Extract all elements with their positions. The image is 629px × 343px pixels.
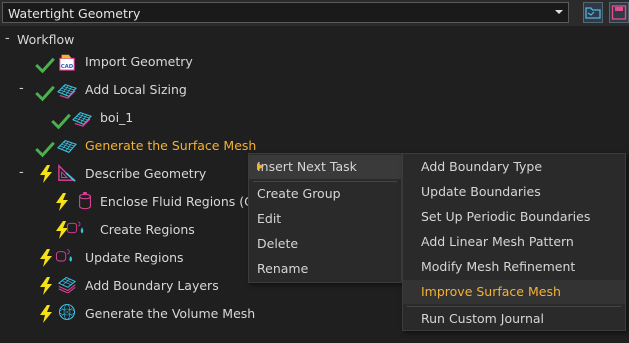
mesh-grid-icon <box>57 139 77 153</box>
context-menu: Insert Next Task ▶ Create Group Edit Del… <box>248 153 402 283</box>
insert-task-submenu: Add Boundary Type Update Boundaries Set … <box>402 153 626 331</box>
tree-item-label: Update Regions <box>85 250 184 265</box>
check-icon <box>35 57 55 74</box>
menu-item-rename[interactable]: Rename <box>249 257 401 281</box>
tree-item-label: Generate the Volume Mesh <box>85 306 256 321</box>
menu-item-label: Set Up Periodic Boundaries <box>421 209 591 224</box>
tree-item-describe-geometry[interactable]: - Describe Geometry <box>0 162 245 186</box>
menu-item-create-group[interactable]: Create Group <box>249 182 401 206</box>
check-icon <box>35 85 55 102</box>
submenu-item-run-custom-journal[interactable]: Run Custom Journal <box>403 307 625 331</box>
submenu-arrow-icon: ▶ <box>257 162 264 172</box>
tree-item-generate-surface-mesh[interactable]: Generate the Surface Mesh <box>0 134 256 158</box>
collapse-toggle[interactable]: - <box>19 161 24 185</box>
collapse-toggle[interactable]: - <box>5 27 10 51</box>
submenu-item-update-boundaries[interactable]: Update Boundaries <box>403 180 625 204</box>
save-icon <box>609 2 629 23</box>
lightning-icon <box>40 165 52 183</box>
top-bar: Watertight Geometry <box>0 0 629 26</box>
lightning-icon <box>40 277 52 295</box>
tree-item-boi-1[interactable]: boi_1 <box>0 106 200 130</box>
lightning-icon <box>56 193 68 211</box>
submenu-item-modify-mesh-refinement[interactable]: Modify Mesh Refinement <box>403 255 625 279</box>
tree-item-label: Create Regions <box>100 222 195 237</box>
tree-item-update-regions[interactable]: Update Regions <box>0 246 200 270</box>
lightning-icon <box>40 249 52 267</box>
submenu-item-set-up-periodic-boundaries[interactable]: Set Up Periodic Boundaries <box>403 205 625 229</box>
tree-root-label: Workflow <box>17 32 75 47</box>
menu-item-label: Create Group <box>257 186 341 201</box>
tree-item-add-local-sizing[interactable]: - Add Local Sizing <box>0 78 240 102</box>
tree-item-enclose-fluid-regions[interactable]: Enclose Fluid Regions (C <box>0 190 253 214</box>
tree-item-label: Add Local Sizing <box>85 82 187 97</box>
sphere-mesh-icon <box>58 303 76 321</box>
folder-icon <box>583 2 603 23</box>
workflow-select-value: Watertight Geometry <box>8 6 141 21</box>
menu-item-label: Delete <box>257 236 299 251</box>
cylinder-icon <box>79 192 91 210</box>
menu-item-label: Add Boundary Type <box>421 159 543 174</box>
regions-icon <box>66 221 84 234</box>
collapse-toggle[interactable]: - <box>19 77 24 101</box>
menu-item-label: Improve Surface Mesh <box>421 284 561 299</box>
tree-item-generate-volume-mesh[interactable]: Generate the Volume Mesh <box>0 302 255 326</box>
submenu-item-improve-surface-mesh[interactable]: Improve Surface Mesh <box>403 280 625 304</box>
menu-item-label: Update Boundaries <box>421 184 541 199</box>
open-folder-button[interactable] <box>583 2 603 23</box>
menu-item-delete[interactable]: Delete <box>249 232 401 256</box>
menu-item-edit[interactable]: Edit <box>249 207 401 231</box>
menu-item-insert-next-task[interactable]: Insert Next Task ▶ <box>249 155 401 179</box>
tree-item-label: Generate the Surface Mesh <box>85 138 257 153</box>
mesh-grid-icon <box>57 83 77 99</box>
layers-icon <box>57 276 77 293</box>
chevron-down-icon <box>555 10 563 14</box>
check-icon <box>35 141 55 158</box>
menu-item-label: Rename <box>257 261 309 276</box>
tree-item-add-boundary-layers[interactable]: Add Boundary Layers <box>0 274 220 298</box>
menu-item-label: Edit <box>257 211 282 226</box>
tree-item-label: Import Geometry <box>85 54 193 69</box>
save-button[interactable] <box>609 2 629 23</box>
svg-text:CAD: CAD <box>61 64 74 70</box>
triangle-ruler-icon <box>58 164 76 182</box>
regions-icon <box>55 249 72 262</box>
submenu-item-add-boundary-type[interactable]: Add Boundary Type <box>403 155 625 179</box>
menu-item-label: Run Custom Journal <box>421 311 545 326</box>
lightning-icon <box>40 305 52 323</box>
tree-item-import-geometry[interactable]: CAD Import Geometry <box>0 50 240 74</box>
tree-item-create-regions[interactable]: Create Regions <box>0 218 200 242</box>
tree-item-label: boi_1 <box>100 110 134 125</box>
tree-item-label: Describe Geometry <box>85 166 207 181</box>
mesh-grid-icon <box>72 111 92 127</box>
tree-item-label: Add Boundary Layers <box>85 278 219 293</box>
workflow-select[interactable]: Watertight Geometry <box>2 2 569 23</box>
cad-import-icon: CAD <box>59 54 75 71</box>
tree-root-workflow[interactable]: - Workflow <box>0 28 200 52</box>
menu-item-label: Modify Mesh Refinement <box>421 259 576 274</box>
submenu-item-add-linear-mesh-pattern[interactable]: Add Linear Mesh Pattern <box>403 230 625 254</box>
menu-item-label: Add Linear Mesh Pattern <box>421 234 574 249</box>
check-icon <box>51 113 71 130</box>
tree-item-label: Enclose Fluid Regions (C <box>100 194 253 209</box>
